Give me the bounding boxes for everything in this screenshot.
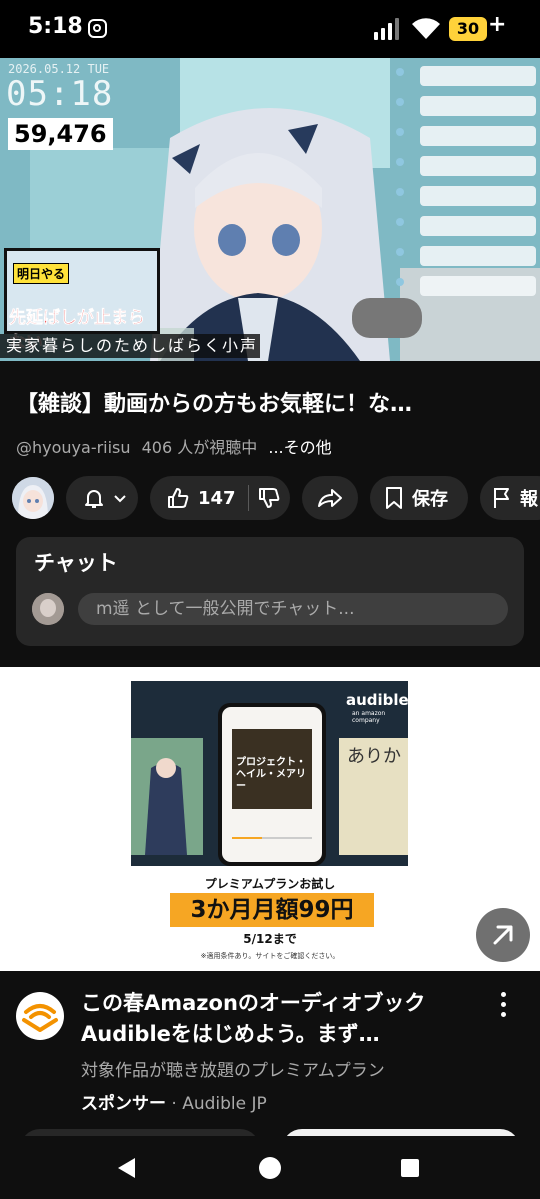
sponsored-label: スポンサー bbox=[81, 1094, 166, 1114]
audible-channel-icon[interactable] bbox=[16, 992, 64, 1040]
overlay-chat-row bbox=[396, 60, 538, 88]
status-time: 5:18 bbox=[28, 14, 83, 39]
overlay-chat-row bbox=[396, 90, 538, 118]
overlay-chat-row bbox=[396, 180, 538, 208]
user-avatar-image bbox=[32, 593, 64, 625]
battery-saver-icon: + bbox=[488, 12, 507, 37]
like-divider bbox=[247, 485, 249, 511]
video-title[interactable]: 【雑談】動画からの方もお気軽に！な… bbox=[16, 386, 531, 418]
overlay-chat-row bbox=[396, 240, 538, 268]
audible-logo-sub: an amazon company bbox=[352, 710, 386, 724]
thumbs-down-icon[interactable] bbox=[257, 486, 281, 510]
arrow-up-right-icon bbox=[493, 925, 513, 945]
save-label: 保存 bbox=[412, 489, 448, 510]
like-count[interactable]: 147 bbox=[198, 488, 236, 509]
chat-title: チャット bbox=[34, 551, 118, 575]
save-button[interactable]: 保存 bbox=[370, 476, 468, 520]
audible-icon bbox=[22, 1004, 58, 1032]
chevron-down-icon bbox=[114, 495, 126, 503]
byline-separator: · bbox=[166, 1094, 183, 1114]
live-chat-card[interactable]: チャット m遥 として一般公開でチャット... bbox=[16, 537, 524, 646]
report-label: 報 bbox=[520, 489, 538, 510]
audible-logo: audible bbox=[346, 691, 409, 709]
ad-book-right-title: ありか bbox=[347, 746, 401, 767]
system-nav-bar bbox=[0, 1136, 540, 1199]
user-avatar bbox=[32, 593, 64, 625]
sponsored-description: 対象作品が聴き放題のプレミアムプラン bbox=[81, 1061, 385, 1081]
channel-avatar[interactable] bbox=[12, 477, 54, 519]
overlay-chat-row bbox=[396, 210, 538, 238]
ad-book-left bbox=[131, 738, 203, 855]
stream-counter-overlay: 59,476 bbox=[8, 118, 113, 150]
battery-indicator: 30 bbox=[449, 17, 487, 41]
stream-thumbnail-overlay: 明日やる 先延ばしが止まらない bbox=[4, 248, 160, 353]
ad-creative[interactable]: プロジェクト・ヘイル・メアリー ありか audible an amazon co… bbox=[0, 667, 540, 971]
share-button[interactable] bbox=[302, 476, 358, 520]
ad-headline: プレミアムプランお試し bbox=[204, 877, 336, 891]
video-player[interactable]: 2026.05.12 TUE 05:18 59,476 明日やる 先延ばしが止ま… bbox=[0, 58, 540, 361]
more-link[interactable]: ...その他 bbox=[268, 438, 331, 457]
sponsored-byline: スポンサー · Audible JP bbox=[81, 1089, 267, 1114]
more-options-icon[interactable] bbox=[494, 990, 514, 1020]
ad-book-right: ありか bbox=[339, 738, 408, 855]
ad-disclaimer: ※適用条件あり。サイトをご確認ください。 bbox=[200, 952, 340, 960]
avatar-image bbox=[12, 477, 54, 519]
overlay-chat-row bbox=[396, 150, 538, 178]
thumbs-up-icon[interactable] bbox=[166, 486, 190, 510]
video-meta[interactable]: @hyouya-riisu 406 人が視聴中 ...その他 bbox=[16, 434, 332, 458]
action-row: 147 保存 報 bbox=[0, 476, 540, 520]
wifi-icon bbox=[412, 18, 440, 39]
open-link-button[interactable] bbox=[476, 908, 530, 962]
viewer-count: 406 人が視聴中 bbox=[141, 438, 258, 457]
like-dislike-group: 147 bbox=[150, 476, 290, 520]
ad-phone-mockup: プロジェクト・ヘイル・メアリー bbox=[218, 703, 326, 866]
instagram-icon bbox=[88, 19, 107, 38]
home-icon[interactable] bbox=[259, 1157, 281, 1179]
share-icon bbox=[318, 489, 342, 507]
advertiser-name: Audible JP bbox=[182, 1094, 267, 1114]
channel-handle: @hyouya-riisu bbox=[16, 438, 131, 457]
ad-deadline: 5/12まで bbox=[243, 932, 297, 946]
cell-signal-icon bbox=[374, 18, 399, 40]
chat-input[interactable]: m遥 として一般公開でチャット... bbox=[78, 593, 508, 625]
stream-clock-overlay: 05:18 bbox=[6, 74, 114, 114]
overlay-chat-row bbox=[396, 120, 538, 148]
thumbnail-label: 明日やる bbox=[13, 263, 70, 284]
subscribe-bell-button[interactable] bbox=[66, 476, 138, 520]
sponsored-title[interactable]: この春Amazonのオーディオブック Audibleをはじめよう。まず… bbox=[81, 988, 481, 1050]
recent-apps-icon[interactable] bbox=[401, 1159, 419, 1177]
stream-chat-overlay bbox=[396, 60, 538, 300]
status-bar: 5:18 30 + bbox=[0, 0, 540, 58]
bell-icon bbox=[85, 490, 103, 508]
bookmark-icon bbox=[386, 487, 402, 509]
overlay-chat-row bbox=[396, 270, 538, 298]
stream-subtitle-overlay: 実家暮らしのためしばらく小声 bbox=[0, 334, 260, 358]
ad-price-banner: 3か月月額99円 bbox=[170, 893, 374, 927]
flag-icon bbox=[494, 488, 509, 508]
ad-banner-image: プロジェクト・ヘイル・メアリー ありか audible an amazon co… bbox=[131, 681, 409, 866]
back-icon[interactable] bbox=[118, 1158, 135, 1178]
report-button[interactable]: 報 bbox=[480, 476, 540, 520]
